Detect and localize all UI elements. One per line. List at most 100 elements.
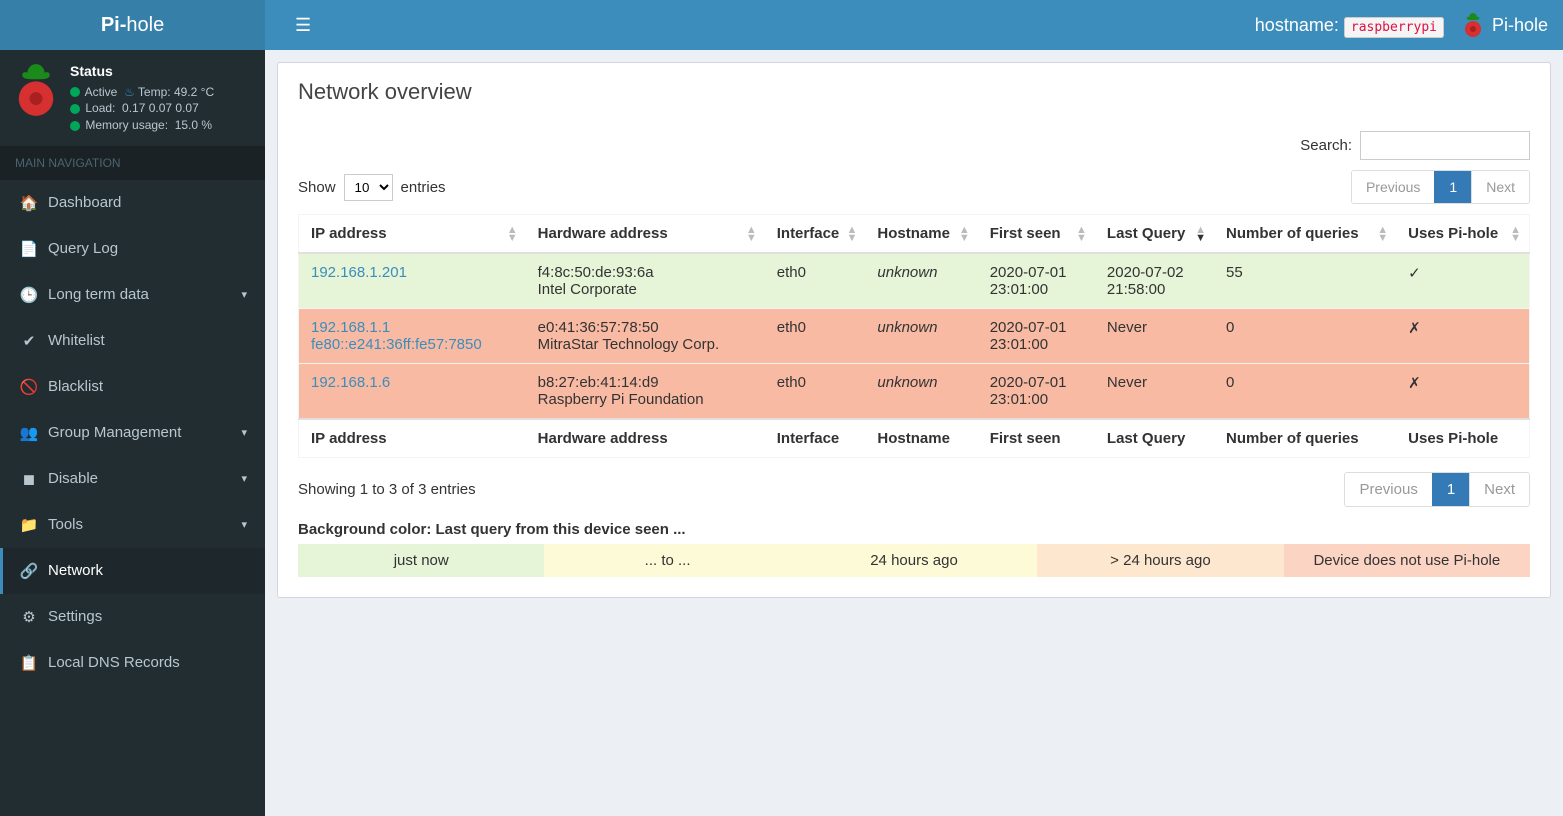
col-first-seen[interactable]: First seen▲▼	[978, 215, 1095, 254]
num-queries: 0	[1214, 364, 1396, 420]
entries-select[interactable]: 10	[344, 174, 393, 201]
users-icon: 👥	[18, 424, 40, 442]
legend: just now ... to ... 24 hours ago > 24 ho…	[298, 544, 1530, 577]
network-icon: 🔗	[18, 562, 40, 580]
interface: eth0	[765, 253, 866, 309]
sidebar-item-blacklist[interactable]: 🚫Blacklist	[0, 364, 265, 410]
interface: eth0	[765, 364, 866, 420]
sidebar-item-query-log[interactable]: 📄Query Log	[0, 226, 265, 272]
table-row[interactable]: 192.168.1.201 f4:8c:50:de:93:6aIntel Corp…	[299, 253, 1530, 309]
table-row[interactable]: 192.168.1.1fe80::e241:36ff:fe57:7850 e0:4…	[299, 309, 1530, 364]
sidebar-item-settings[interactable]: ⚙ Settings	[0, 594, 265, 640]
sort-icon: ▲▼	[1510, 226, 1521, 242]
sidebar-item-local-dns-records[interactable]: 📋Local DNS Records	[0, 640, 265, 686]
nav-label: Group Management	[48, 424, 181, 441]
sort-icon: ▲▼	[1377, 226, 1388, 242]
nav-label: Whitelist	[48, 332, 105, 349]
hostname: unknown	[865, 253, 977, 309]
check-icon: ✔	[18, 332, 40, 350]
gear-icon: ⚙	[18, 608, 40, 626]
file-icon: 📄	[18, 240, 40, 258]
hostname: unknown	[865, 364, 977, 420]
search-wrap: Search:	[1300, 131, 1530, 160]
sort-icon: ▲▼	[847, 226, 858, 242]
sidebar-item-network[interactable]: 🔗 Network	[0, 548, 265, 594]
network-overview-box: Network overview Search: Show 10 entries	[277, 62, 1551, 598]
hostname-value: raspberrypi	[1344, 17, 1444, 38]
ip-link[interactable]: 192.168.1.1	[311, 319, 390, 336]
col-hostname[interactable]: Hostname▲▼	[865, 215, 977, 254]
table-info: Showing 1 to 3 of 3 entries	[298, 481, 476, 498]
logo[interactable]: Pi-hole	[0, 0, 265, 50]
chevron-down-icon: ▾	[241, 518, 247, 531]
sidebar-item-long-term-data[interactable]: 🕒Long term data▾	[0, 272, 265, 318]
top-navbar: ☰ hostname: raspberrypi Pi-hole	[265, 0, 1563, 50]
sidebar-item-whitelist[interactable]: ✔ Whitelist	[0, 318, 265, 364]
fire-icon: ♨	[124, 85, 135, 99]
interface: eth0	[765, 309, 866, 364]
uses-pihole: ✓	[1396, 253, 1529, 309]
nav-label: Disable	[48, 470, 98, 487]
ip-link[interactable]: fe80::e241:36ff:fe57:7850	[311, 336, 482, 353]
vendor: Intel Corporate	[538, 281, 753, 298]
pihole-status-icon	[12, 62, 60, 118]
status-block: Status Active ♨ Temp: 49.2 °C Load: 0.17…	[70, 62, 214, 134]
ip-link[interactable]: 192.168.1.6	[311, 374, 390, 391]
uses-pihole: ✗	[1396, 364, 1529, 420]
pager-page-1-bottom[interactable]: 1	[1432, 473, 1469, 506]
network-table: IP address▲▼Hardware address▲▼Interface▲…	[298, 214, 1530, 458]
sort-icon: ▲▼	[959, 226, 970, 242]
col-number-of-queries[interactable]: Number of queries▲▼	[1214, 215, 1396, 254]
sidebar-item-disable[interactable]: ◼Disable▾	[0, 456, 265, 502]
col-last-query[interactable]: Last Query▲▼	[1095, 215, 1214, 254]
legend-title: Background color: Last query from this d…	[298, 521, 1530, 538]
sidebar-item-group-management[interactable]: 👥 Group Management ▾	[0, 410, 265, 456]
chevron-down-icon: ▾	[241, 426, 247, 439]
entries-length: Show 10 entries	[298, 174, 446, 201]
sidebar-item-tools[interactable]: 📁Tools▾	[0, 502, 265, 548]
nav-label: Tools	[48, 516, 83, 533]
sort-icon: ▲▼	[1076, 226, 1087, 242]
legend-no-pihole: Device does not use Pi-hole	[1284, 544, 1530, 577]
chevron-down-icon: ▾	[241, 288, 247, 301]
sort-icon: ▲▼	[507, 226, 518, 242]
sidebar-item-dashboard[interactable]: 🏠Dashboard	[0, 180, 265, 226]
vendor: Raspberry Pi Foundation	[538, 391, 753, 408]
last-query: Never	[1095, 309, 1214, 364]
first-seen: 2020-07-0123:01:00	[978, 309, 1095, 364]
first-seen: 2020-07-0123:01:00	[978, 253, 1095, 309]
home-icon: 🏠	[18, 194, 40, 212]
search-input[interactable]	[1360, 131, 1530, 160]
status-dot-load-icon	[70, 104, 80, 114]
ip-link[interactable]: 192.168.1.201	[311, 264, 407, 281]
hw-address: f4:8c:50:de:93:6a	[538, 264, 753, 281]
ban-icon: 🚫	[18, 378, 40, 396]
pager-top: Previous 1 Next	[1351, 170, 1530, 204]
col-hardware-address[interactable]: Hardware address▲▼	[526, 215, 765, 254]
pager-bottom: Previous 1 Next	[1344, 472, 1530, 507]
status-dot-active-icon	[70, 87, 80, 97]
num-queries: 0	[1214, 309, 1396, 364]
nav-label: Settings	[48, 608, 102, 625]
pager-prev-button-bottom[interactable]: Previous	[1345, 473, 1431, 506]
hw-address: e0:41:36:57:78:50	[538, 319, 753, 336]
pager-next-button-bottom[interactable]: Next	[1469, 473, 1529, 506]
sidebar-toggle-button[interactable]: ☰	[280, 0, 326, 51]
footer-col: Last Query	[1095, 419, 1214, 458]
vendor: MitraStar Technology Corp.	[538, 336, 753, 353]
last-query: 2020-07-0221:58:00	[1095, 253, 1214, 309]
footer-col: Interface	[765, 419, 866, 458]
pager-next-button[interactable]: Next	[1471, 171, 1529, 203]
col-interface[interactable]: Interface▲▼	[765, 215, 866, 254]
brand-user[interactable]: Pi-hole	[1462, 12, 1548, 38]
hostname-label: hostname: raspberrypi	[1255, 15, 1444, 36]
table-row[interactable]: 192.168.1.6b8:27:eb:41:14:d9Raspberry Pi…	[299, 364, 1530, 420]
pager-prev-button[interactable]: Previous	[1352, 171, 1434, 203]
stop-icon: ◼	[18, 470, 40, 488]
col-ip-address[interactable]: IP address▲▼	[299, 215, 526, 254]
nav-label: Network	[48, 562, 103, 579]
col-uses-pi-hole[interactable]: Uses Pi-hole▲▼	[1396, 215, 1529, 254]
legend-to: ... to ...	[544, 544, 790, 577]
pager-page-1[interactable]: 1	[1434, 171, 1471, 203]
nav-section-header: MAIN NAVIGATION	[0, 146, 265, 180]
